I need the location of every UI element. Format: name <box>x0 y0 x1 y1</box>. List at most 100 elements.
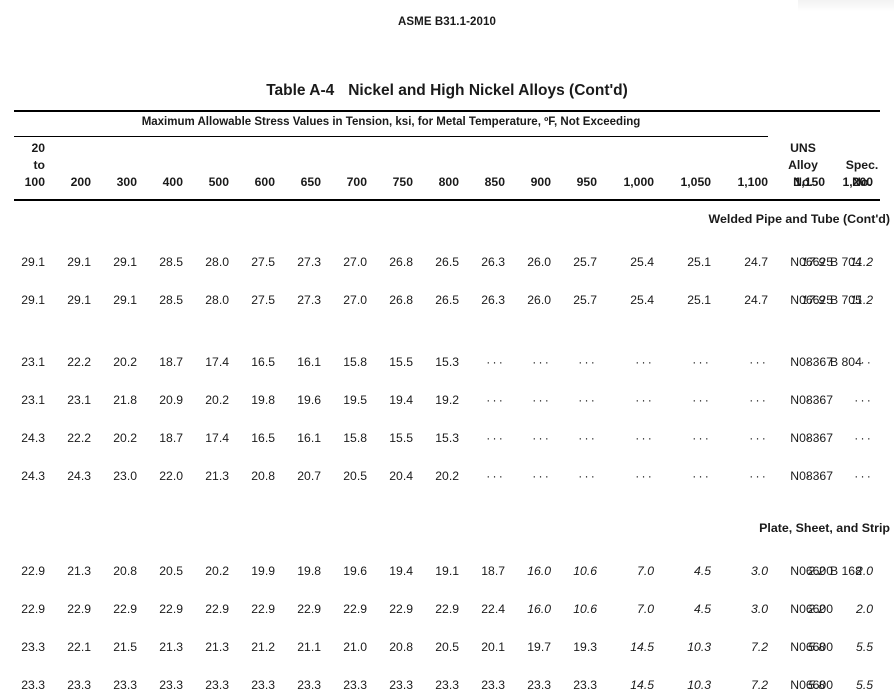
stress-value-cell: 15.8 <box>343 355 367 369</box>
stress-value-cell: 10.6 <box>573 602 597 616</box>
stress-value-cell: 25.1 <box>687 255 711 269</box>
stress-value-cell: 16.0 <box>527 564 551 578</box>
stress-value-cell: 21.3 <box>159 640 183 654</box>
column-header-temp-650: 650 <box>300 175 321 189</box>
stress-value-cell: 19.4 <box>389 564 413 578</box>
stress-value-cell: 20.2 <box>435 469 459 483</box>
stress-value-cell: 14.5 <box>630 640 654 654</box>
column-header-temp-500: 500 <box>208 175 229 189</box>
stress-value-cell-empty: ··· <box>635 355 654 369</box>
stress-value-cell: 22.1 <box>67 640 91 654</box>
stress-value-cell: 27.0 <box>343 255 367 269</box>
stress-value-cell: 21.2 <box>251 640 275 654</box>
column-header-temp-900: 900 <box>530 175 551 189</box>
stress-value-cell: 4.5 <box>694 564 711 578</box>
stress-value-cell: 29.1 <box>67 255 91 269</box>
column-header-spec-no-line-1: Spec. <box>845 158 879 172</box>
stress-value-cell: 15.5 <box>389 431 413 445</box>
stress-value-cell: 26.0 <box>527 255 551 269</box>
stress-value-cell: 20.9 <box>159 393 183 407</box>
table-row: 23.1 22.2 20.2 18.7 17.4 16.5 16.1 15.8 15.5 15.3… <box>0 353 894 372</box>
stress-value-cell: 26.8 <box>389 255 413 269</box>
stress-value-cell: 15.3 <box>435 431 459 445</box>
stress-value-cell: 19.1 <box>435 564 459 578</box>
stress-value-cell-empty: ··· <box>532 355 551 369</box>
stress-value-cell: 22.0 <box>159 469 183 483</box>
stress-value-cell: 16.0 <box>527 602 551 616</box>
stress-value-cell: 20.4 <box>389 469 413 483</box>
column-header-temp-20-100-line-1: 20 <box>31 141 45 155</box>
stress-value-cell: 7.0 <box>637 602 654 616</box>
stress-value-cell: 19.2 <box>435 393 459 407</box>
stress-value-cell: 22.9 <box>205 602 229 616</box>
stress-value-cell: 23.3 <box>251 678 275 692</box>
table-row: 24.3 24.3 23.0 22.0 21.3 20.8 20.7 20.5 20.4 20.2… <box>0 467 894 486</box>
stress-value-cell-empty: ··· <box>578 355 597 369</box>
column-header-spec-no-line-2: No. <box>852 175 872 189</box>
header-bottom-rule <box>14 199 880 201</box>
stress-value-cell: 21.8 <box>113 393 137 407</box>
stress-value-cell: 23.3 <box>159 678 183 692</box>
stress-value-cell: 20.2 <box>205 393 229 407</box>
stress-value-cell: 23.3 <box>297 678 321 692</box>
stress-value-cell: 3.0 <box>751 602 768 616</box>
stress-value-cell: 22.9 <box>343 602 367 616</box>
column-header-temp-750: 750 <box>392 175 413 189</box>
stress-value-cell: 18.7 <box>481 564 505 578</box>
column-header-temp-600: 600 <box>254 175 275 189</box>
spec-no-cell: B 804 <box>830 355 862 369</box>
stress-value-cell: 20.5 <box>435 640 459 654</box>
stress-value-cell: 23.1 <box>67 393 91 407</box>
table-top-rule <box>14 110 880 112</box>
spec-no-cell: B 705 <box>830 293 862 307</box>
stress-value-cell: 26.3 <box>481 293 505 307</box>
table-row: 22.9 21.3 20.8 20.5 20.2 19.9 19.8 19.6 19.4 19.1… <box>0 562 894 581</box>
uns-alloy-no-cell: N06600 <box>790 602 833 616</box>
stress-value-cell: 21.3 <box>205 469 229 483</box>
stress-value-cell: 23.3 <box>205 678 229 692</box>
stress-value-cell: 22.9 <box>251 602 275 616</box>
stress-value-cell: 21.1 <box>297 640 321 654</box>
stress-value-cell: 18.7 <box>159 431 183 445</box>
stress-value-cell: 23.3 <box>389 678 413 692</box>
column-header-temp-1100: 1,100 <box>737 175 769 189</box>
stress-value-cell: 25.4 <box>630 255 654 269</box>
stress-value-cell: 22.9 <box>159 602 183 616</box>
stress-value-cell: 25.1 <box>687 293 711 307</box>
stress-value-cell: 16.5 <box>251 431 275 445</box>
table-row: 22.9 22.9 22.9 22.9 22.9 22.9 22.9 22.9 22.9 22.9… <box>0 600 894 619</box>
column-header-temp-200: 200 <box>70 175 91 189</box>
column-header-temp-1050: 1,050 <box>680 175 712 189</box>
stress-value-cell: 23.3 <box>343 678 367 692</box>
column-header-temp-950: 950 <box>576 175 597 189</box>
stress-value-cell: 28.5 <box>159 293 183 307</box>
stress-value-cell: 14.5 <box>630 678 654 692</box>
table-row: 23.3 23.3 23.3 23.3 23.3 23.3 23.3 23.3 23.3 23.3… <box>0 676 894 695</box>
stress-value-cell: 23.3 <box>435 678 459 692</box>
stress-value-cell-empty: ··· <box>486 469 505 483</box>
stress-value-cell: 7.2 <box>751 678 768 692</box>
stress-value-cell: 22.2 <box>67 355 91 369</box>
stress-value-cell: 21.0 <box>343 640 367 654</box>
uns-alloy-no-cell: N08367 <box>790 431 833 445</box>
stress-value-cell-empty: ··· <box>749 469 768 483</box>
stress-value-cell: 15.5 <box>389 355 413 369</box>
stress-value-cell: 25.7 <box>573 255 597 269</box>
section-heading-row: Plate, Sheet, and Strip <box>0 521 894 540</box>
stress-value-cell: 20.2 <box>113 431 137 445</box>
uns-alloy-no-cell: N06600 <box>790 640 833 654</box>
section-heading-row: Welded Pipe and Tube (Cont'd) <box>0 212 894 231</box>
stress-value-cell: 26.0 <box>527 293 551 307</box>
stress-value-cell: 19.6 <box>297 393 321 407</box>
stress-value-cell: 22.2 <box>67 431 91 445</box>
stress-value-cell-empty: ··· <box>749 393 768 407</box>
stress-value-cell: 16.1 <box>297 355 321 369</box>
stress-value-cell: 17.4 <box>205 355 229 369</box>
stress-value-cell: 15.3 <box>435 355 459 369</box>
stress-value-cell: 19.8 <box>251 393 275 407</box>
stress-value-cell: 10.6 <box>573 564 597 578</box>
scan-edge-artifact <box>798 0 894 11</box>
stress-value-cell-empty: ··· <box>486 431 505 445</box>
stress-value-cell: 25.4 <box>630 293 654 307</box>
stress-value-cell: 28.5 <box>159 255 183 269</box>
